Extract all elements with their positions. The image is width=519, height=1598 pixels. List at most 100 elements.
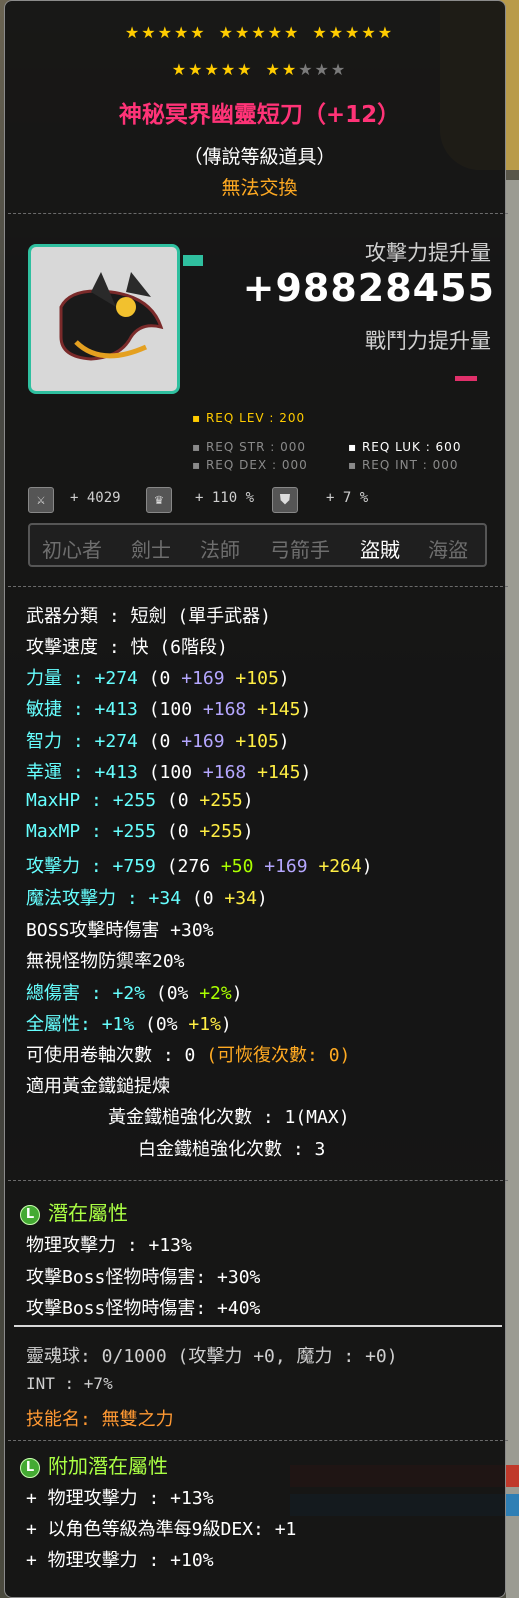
star-icon: ★ (267, 23, 285, 42)
star-icon: ★ (220, 60, 238, 79)
star-icon: ★ (265, 60, 282, 79)
star-group: ★★★★★ (219, 23, 301, 42)
stat-total: +255 (112, 821, 157, 842)
job-pirate: 海盜 (428, 538, 468, 562)
star-icon: ★ (234, 23, 252, 42)
stat-label: 智力 : (26, 731, 95, 752)
flag-icon (183, 255, 203, 266)
stat-enhance: +145 (246, 699, 301, 720)
req-level: ▪ REQ LEV : 200 (192, 411, 306, 425)
stat-total: +255 (112, 790, 157, 811)
stat-boss-damage: BOSS攻擊時傷害 +30% (26, 920, 214, 941)
additional-potential-line-2: + 以角色等級為準每9級DEX: +1 (26, 1519, 297, 1540)
soul-weapon: 靈魂球: 0/1000 (攻擊力 +0, 魔力 : +0) (26, 1346, 398, 1367)
stat-base: (100 (137, 699, 203, 720)
upgrade-count: 可使用卷軸次數 : 0 (26, 1045, 196, 1066)
stat-maxmp: MaxMP : +255 (0 +255) (26, 821, 254, 842)
hammer-applied: 適用黃金鐵鎚提煉 (26, 1076, 170, 1097)
divider (8, 1440, 508, 1441)
stat-label: 敏捷 : (26, 699, 95, 720)
potential-header: L 潛在屬性 (20, 1197, 128, 1226)
star-icon: ★ (345, 23, 362, 42)
stat-enhance: +255 (199, 821, 243, 842)
stat-base: (0% (145, 983, 200, 1004)
stat-total: +2% (112, 983, 146, 1004)
item-trade-status: 無法交換 (221, 177, 298, 199)
star-icon: ★ (218, 23, 235, 42)
boss-icon: ♛ (146, 487, 172, 513)
star-icon: ★ (328, 23, 346, 42)
req-dex-text: REQ DEX : 000 (205, 458, 308, 472)
stat-enhance: +145 (246, 762, 301, 783)
legendary-grade-icon: L (20, 1458, 40, 1478)
stat-enhance: +1% (188, 1014, 221, 1035)
stat-magic-attack: 魔法攻擊力 : +34 (0 +34) (26, 884, 268, 910)
job-bowman: 弓箭手 (270, 538, 330, 562)
stat-enhance: +105 (224, 731, 279, 752)
additional-potential-header: L 附加潛在屬性 (20, 1450, 168, 1479)
stat-attack: 攻擊力 : +759 (276 +50 +169 +264) (26, 852, 373, 878)
star-force-row-1: ★★★★★ ★★★★★ ★★★★★ (0, 23, 519, 42)
job-thief: 盜賊 (360, 538, 400, 562)
item-name: 神秘冥界幽靈短刀（+12） (118, 102, 401, 128)
weapon-type: 武器分類 : 短劍 (單手武器) (26, 606, 272, 627)
star-icon: ★ (281, 60, 299, 79)
stat-flame: +169 (181, 731, 225, 752)
stat-label: MaxMP : (26, 821, 113, 842)
star-icon: ★ (312, 23, 329, 42)
stat-total: +274 (94, 668, 138, 689)
star-icon: ★ (361, 23, 378, 42)
stat-base: (100 (137, 762, 203, 783)
stat-total: +759 (112, 856, 156, 877)
star-group: ★★★★★ (266, 60, 348, 79)
potential-line-1: 物理攻擊力 : +13% (26, 1235, 192, 1256)
stat-dex: 敏捷 : +413 (100 +168 +145) (26, 695, 311, 721)
star-icon: ★ (188, 60, 205, 79)
stat-close: ) (300, 699, 312, 720)
stat-ignore-defense: 無視怪物防禦率20% (26, 951, 185, 972)
stat-close: ) (300, 762, 312, 783)
star-icon: ★ (157, 23, 174, 42)
bonus-ied: + 7 % (326, 490, 369, 506)
req-luk: ▪ REQ LUK : 600 (348, 440, 462, 454)
stat-label: 幸運 : (26, 762, 95, 783)
star-icon: ★ (251, 23, 268, 42)
stat-close: ) (231, 983, 243, 1004)
job-requirement-bar: 初心者 劍士 法師 弓箭手 盜賊 海盜 (28, 523, 487, 567)
stat-enhance: +264 (307, 856, 362, 877)
req-int-text: REQ INT : 000 (361, 458, 459, 472)
recover-count: (可恢復次數: 0) (195, 1045, 351, 1066)
stat-str: 力量 : +274 (0 +169 +105) (26, 664, 290, 690)
bonus-row: ⚔ + 4029 ♛ + 110 % ⛊ + 7 % (28, 485, 488, 513)
platinum-hammer-count: 白金鐵槌強化次數 : 3 (138, 1139, 326, 1160)
soul-int: INT : +7% (26, 1374, 113, 1393)
stat-flame: +169 (181, 668, 225, 689)
star-icon: ★ (284, 23, 301, 42)
additional-potential-title: 附加潛在屬性 (48, 1454, 168, 1478)
stat-base: (0 (156, 790, 200, 811)
stat-close: ) (220, 1014, 232, 1035)
item-icon-frame (28, 244, 203, 394)
gold-hammer-count: 黃金鐵槌強化次數 : 1(MAX) (108, 1107, 350, 1128)
stat-label: MaxHP : (26, 790, 113, 811)
star-group: ★★★★★ (312, 23, 394, 42)
stat-scroll: +2% (199, 983, 232, 1004)
stat-total: +413 (94, 762, 138, 783)
star-icon: ★ (190, 23, 207, 42)
dagger-icon (59, 272, 164, 361)
stat-base: (276 (155, 856, 221, 877)
star-icon: ★ (314, 60, 331, 79)
potential-title: 潛在屬性 (48, 1201, 128, 1225)
stat-label: 總傷害 : (26, 983, 113, 1004)
star-icon: ★ (237, 60, 254, 79)
star-icon: ★ (377, 23, 395, 42)
background-window-right (506, 180, 519, 1598)
stat-enhance: +255 (199, 790, 243, 811)
stat-enhance: +105 (224, 668, 279, 689)
bonus-boss: + 110 % (195, 490, 255, 506)
stat-close: ) (256, 888, 268, 909)
potential-line-3: 攻擊Boss怪物時傷害: +40% (26, 1298, 261, 1319)
req-int: ▪ REQ INT : 000 (348, 458, 459, 472)
stat-all-stat: 全屬性: +1% (0% +1%) (26, 1010, 232, 1036)
divider (14, 1325, 502, 1327)
